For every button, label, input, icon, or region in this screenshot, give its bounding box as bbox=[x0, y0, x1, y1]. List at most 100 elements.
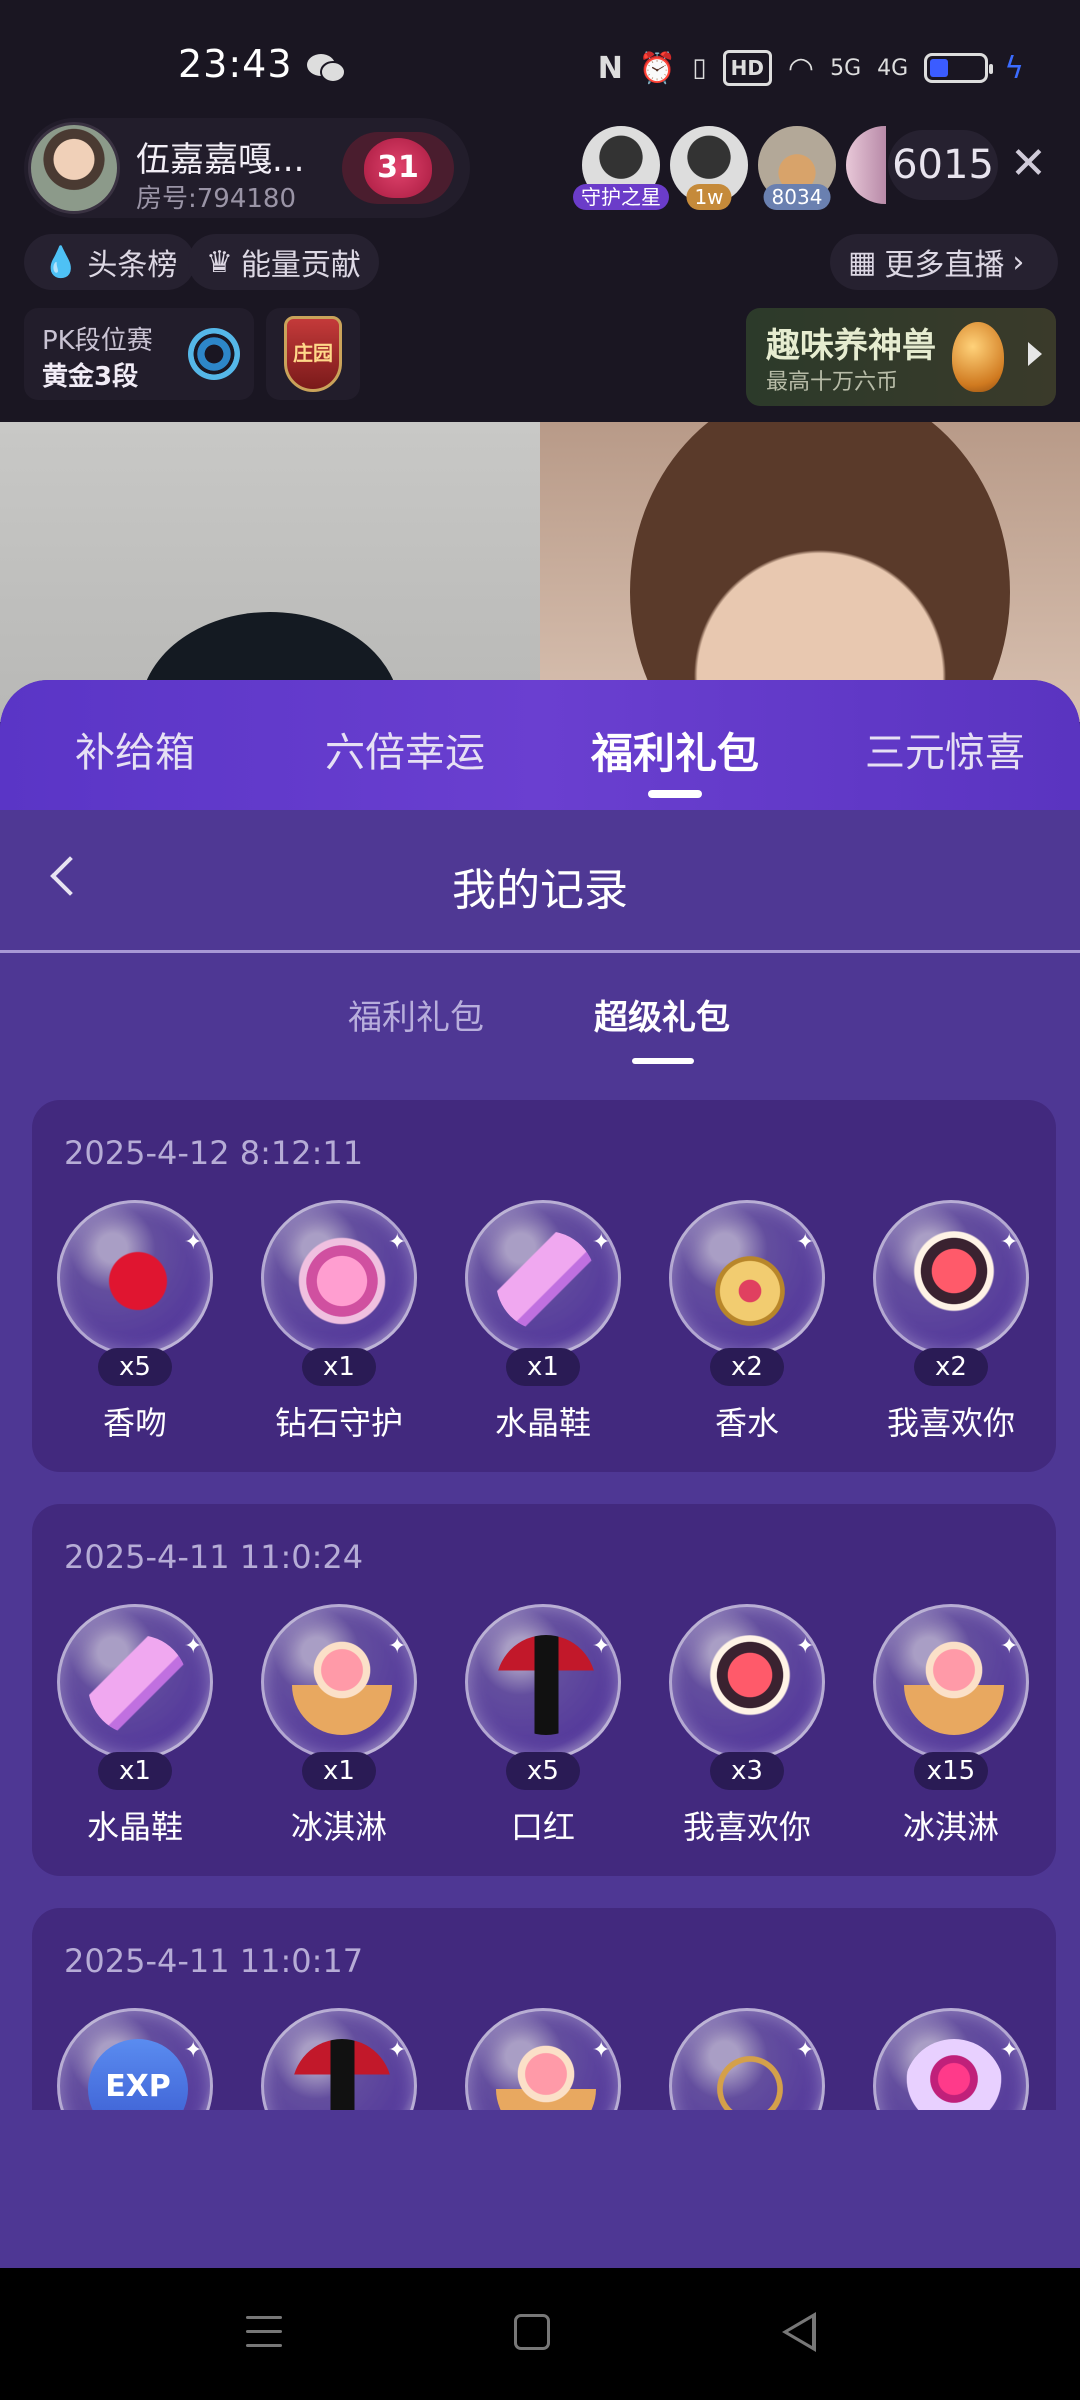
record-list[interactable]: 2025-4-12 8:12:11 ✦ x5 香吻 ✦ x1 钻石守护 ✦ x1… bbox=[0, 1100, 1080, 2110]
home-icon[interactable] bbox=[514, 2314, 550, 2350]
gift-qty: x1 bbox=[302, 1348, 376, 1386]
pet-title: 趣味养神兽 bbox=[766, 326, 936, 366]
follow-heart-button[interactable]: 31 bbox=[342, 132, 454, 204]
gift-item: ✦ bbox=[644, 2008, 850, 2110]
video-left-stream bbox=[0, 422, 540, 722]
bracelet-icon bbox=[700, 2039, 800, 2110]
pk-rank: 黄金3段 bbox=[42, 362, 139, 392]
gift-qty: x5 bbox=[98, 1348, 172, 1386]
pet-subtitle: 最高十万六币 bbox=[766, 370, 899, 395]
video-right-stream bbox=[540, 422, 1080, 722]
battery-icon bbox=[924, 53, 994, 83]
toplist-label: 头条榜 bbox=[87, 248, 178, 283]
viewer-count[interactable]: 6015 bbox=[888, 130, 998, 200]
viewer-avatar[interactable]: 8034 bbox=[758, 126, 836, 210]
gift-item: ✦ x15 冰淇淋 bbox=[848, 1604, 1054, 1864]
gift-item: ✦ x5 香吻 bbox=[32, 1200, 238, 1460]
viewer-avatar[interactable] bbox=[846, 126, 886, 204]
gift-item: ✦ x1 冰淇淋 bbox=[236, 1604, 442, 1864]
chevron-right-icon: › bbox=[1012, 244, 1025, 280]
gift-item: ✦ x2 香水 bbox=[644, 1200, 850, 1460]
egg-icon bbox=[952, 322, 1004, 392]
tab-welfare-pack[interactable]: 福利礼包 bbox=[540, 720, 810, 781]
more-live-label: 更多直播 bbox=[884, 248, 1005, 283]
clock: 23:43 bbox=[178, 42, 293, 86]
recent-apps-icon[interactable] bbox=[246, 2316, 282, 2358]
tab-six-luck[interactable]: 六倍幸运 bbox=[270, 720, 540, 778]
pet-card[interactable]: 趣味养神兽 最高十万六币 bbox=[746, 308, 1056, 406]
lipstick-icon bbox=[496, 1635, 596, 1735]
record-date: 2025-4-11 11:0:24 bbox=[64, 1538, 364, 1576]
bow-gift-icon bbox=[904, 2039, 1004, 2110]
signal-5g-icon: 5G bbox=[830, 55, 862, 81]
signal-4g-icon: 4G bbox=[877, 55, 909, 81]
live-video bbox=[0, 422, 1080, 722]
alarm-icon: ⏰ bbox=[638, 50, 677, 86]
subtab-welfare[interactable]: 福利礼包 bbox=[348, 990, 484, 1039]
grid-icon: ▦ bbox=[848, 244, 877, 280]
perfume-icon bbox=[700, 1231, 800, 1331]
gift-item: ✦ x1 钻石守护 bbox=[236, 1200, 442, 1460]
viewer-avatar[interactable]: 守护之星 bbox=[573, 126, 669, 210]
gift-qty: x1 bbox=[98, 1752, 172, 1790]
rose-box-icon bbox=[904, 1231, 1004, 1331]
gift-item: ✦ x1 水晶鞋 bbox=[440, 1200, 646, 1460]
gift-name: 冰淇淋 bbox=[290, 1808, 387, 1846]
crystal-shoe-icon bbox=[88, 1635, 188, 1735]
viewer-badge: 1w bbox=[686, 184, 732, 210]
record-subtabs: 福利礼包 超级礼包 bbox=[0, 990, 1080, 1070]
nfc-icon: N bbox=[597, 50, 623, 86]
rose-box-icon bbox=[700, 1635, 800, 1735]
system-nav-bar bbox=[0, 2268, 1080, 2400]
wifi-icon: ◠ bbox=[787, 50, 815, 86]
record-card: 2025-4-11 11:0:17 EXP ✦ ✦ ✦ ✦ ✦ bbox=[32, 1908, 1056, 2110]
gift-qty: x3 bbox=[710, 1752, 784, 1790]
pk-rank-card[interactable]: PK段位赛 黄金3段 bbox=[24, 308, 254, 400]
gift-qty: x2 bbox=[914, 1348, 988, 1386]
gift-name: 香水 bbox=[714, 1404, 779, 1442]
tab-three-yuan[interactable]: 三元惊喜 bbox=[810, 720, 1080, 778]
record-card: 2025-4-11 11:0:24 ✦ x1 水晶鞋 ✦ x1 冰淇淋 ✦ x5… bbox=[32, 1504, 1056, 1876]
crystal-shoe-icon bbox=[496, 1231, 596, 1331]
gift-qty: x1 bbox=[302, 1752, 376, 1790]
kiss-icon bbox=[88, 1231, 188, 1331]
ice-cream-icon bbox=[904, 1635, 1004, 1735]
gift-name: 口红 bbox=[510, 1808, 575, 1846]
tab-supply-box[interactable]: 补给箱 bbox=[0, 720, 270, 778]
gift-name: 钻石守护 bbox=[274, 1404, 403, 1442]
anchor-name: 伍嘉嘉嘎... bbox=[136, 140, 305, 180]
divider bbox=[0, 950, 1080, 953]
shield-badge[interactable]: 庄园 bbox=[266, 308, 360, 400]
charging-icon: ϟ bbox=[1004, 50, 1024, 86]
gift-name: 我喜欢你 bbox=[682, 1808, 811, 1846]
gift-records-sheet: 补给箱 六倍幸运 福利礼包 三元惊喜 我的记录 福利礼包 超级礼包 2025-4… bbox=[0, 680, 1080, 2268]
gift-item: ✦ x1 水晶鞋 bbox=[32, 1604, 238, 1864]
energy-chip[interactable]: ♛ 能量贡献 bbox=[188, 234, 379, 290]
record-date: 2025-4-12 8:12:11 bbox=[64, 1134, 364, 1172]
gift-qty: x15 bbox=[914, 1752, 988, 1790]
nav-back-icon[interactable] bbox=[782, 2312, 816, 2352]
viewer-badge: 8034 bbox=[763, 184, 831, 210]
vibrate-icon: ▯ bbox=[692, 53, 707, 83]
live-room-header: 伍嘉嘉嘎... 房号:794180 31 守护之星 1w 8034 6015 ✕… bbox=[0, 110, 1080, 422]
gift-item: ✦ bbox=[848, 2008, 1054, 2110]
top-viewers: 守护之星 1w 8034 bbox=[573, 126, 886, 210]
toplist-chip[interactable]: 💧 头条榜 bbox=[24, 234, 196, 290]
subtab-super[interactable]: 超级礼包 bbox=[594, 990, 730, 1039]
more-live-chip[interactable]: ▦ 更多直播 › bbox=[830, 234, 1058, 290]
swirl-icon bbox=[188, 328, 240, 380]
energy-label: 能量贡献 bbox=[240, 248, 361, 283]
ice-cream-icon bbox=[292, 1635, 392, 1735]
records-header: 我的记录 bbox=[0, 810, 1080, 950]
close-icon[interactable]: ✕ bbox=[1010, 140, 1047, 188]
anchor-avatar[interactable] bbox=[28, 122, 120, 214]
viewer-avatar[interactable]: 1w bbox=[670, 126, 748, 210]
gift-item: ✦ bbox=[440, 2008, 646, 2110]
flame-icon: 💧 bbox=[42, 244, 80, 280]
status-icons: N ⏰ ▯ HD ◠ 5G 4G ϟ bbox=[598, 46, 1024, 90]
gift-name: 冰淇淋 bbox=[902, 1808, 999, 1846]
crown-icon: ♛ bbox=[206, 244, 233, 280]
lipstick-icon bbox=[292, 2039, 392, 2110]
anchor-info[interactable]: 伍嘉嘉嘎... 房号:794180 31 bbox=[24, 118, 470, 218]
shield-icon: 庄园 bbox=[284, 316, 342, 392]
